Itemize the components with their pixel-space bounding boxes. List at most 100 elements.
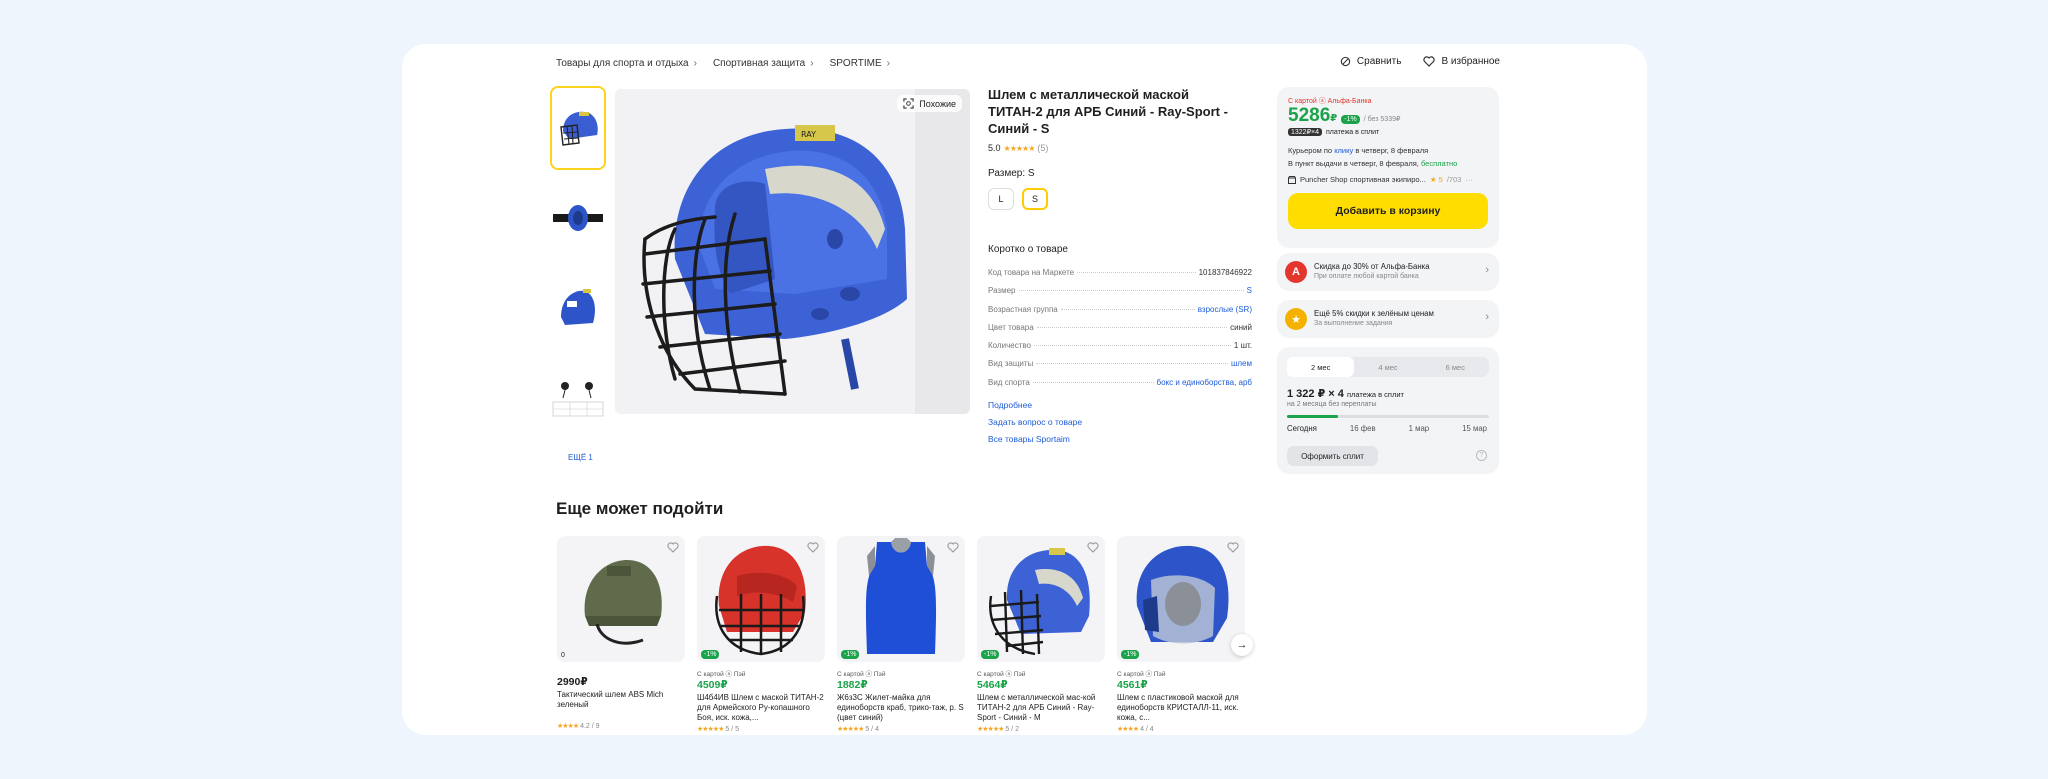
recommendation-image: -1%: [1117, 536, 1245, 662]
split-amount-value: 1 322 ₽ × 4: [1287, 388, 1344, 400]
split-period-tabs: 2 мес 4 мес 6 мес: [1287, 357, 1489, 377]
heart-icon: [1423, 56, 1436, 67]
recommendation-card[interactable]: -1% С картой ⓐ Пэй 4561₽ Шлем с пластико…: [1117, 536, 1245, 733]
spec-value[interactable]: бокс и единоборства, арб: [1157, 378, 1253, 387]
star-rating-icon: ★★★★★: [1003, 143, 1036, 153]
recommendation-name: Ш4б4ИВ Шлем с маской ТИТАН-2 для Армейск…: [697, 693, 824, 722]
blue-vest-image: [865, 538, 937, 654]
delivery-info: Курьером по клику в четверг, 8 февраля В…: [1288, 144, 1457, 170]
thumbnail-1[interactable]: [550, 86, 606, 170]
helmet-main-image: RAY: [615, 89, 970, 414]
recommendation-image: -1%: [977, 536, 1105, 662]
spec-row: Код товара на Маркете 101837846922: [988, 268, 1252, 286]
ask-question-link[interactable]: Задать вопрос о товаре: [988, 417, 1082, 434]
more-dots-icon[interactable]: ···: [1465, 175, 1473, 184]
split-subtitle: на 2 месяца без переплаты: [1287, 401, 1377, 408]
split-progress-bar: [1287, 415, 1489, 418]
favorite-heart-icon[interactable]: [667, 540, 679, 558]
red-helmet-image: [715, 545, 806, 656]
recommendation-card[interactable]: 0 2990₽ Тактический шлем ABS Mich зелены…: [557, 536, 685, 730]
favorite-button[interactable]: В избранное: [1423, 56, 1500, 67]
delivery-click-link[interactable]: клику: [1334, 146, 1353, 155]
recommendation-price: 5464₽: [977, 679, 1008, 691]
spec-key: Количество: [988, 341, 1031, 351]
plastic-mask-helmet-image: [1136, 545, 1229, 644]
delivery-courier-date: в четверг, 8 февраля: [1353, 146, 1429, 155]
recommendation-name: Ж6з3С Жилет-майка для единоборств краб, …: [837, 693, 964, 722]
specs-list: Код товара на Маркете 101837846922 Размер…: [988, 268, 1252, 396]
recommendation-image: -1%: [697, 536, 825, 662]
breadcrumb-item[interactable]: Спортивная защита ›: [713, 58, 814, 69]
recommendation-rating: ★★★★★ 5 / 2: [977, 725, 1105, 733]
spec-value[interactable]: взрослые (SR): [1198, 305, 1252, 314]
star-rating-icon: ★★★★★: [977, 726, 1004, 733]
checkout-split-button[interactable]: Оформить сплит: [1287, 446, 1378, 466]
recommendations-title: Еще может подойти: [556, 499, 724, 518]
similar-products-button[interactable]: Похожие: [897, 95, 962, 112]
top-actions: Сравнить В избранное: [1340, 56, 1500, 67]
promo-subtitle: При оплате любой картой банка: [1314, 273, 1419, 280]
spec-key: Возрастная группа: [988, 304, 1058, 314]
size-option-l[interactable]: L: [988, 188, 1014, 210]
promo-green-prices[interactable]: ★ Ещё 5% скидки к зелёным ценам За выпол…: [1277, 300, 1499, 338]
promo-title: Ещё 5% скидки к зелёным ценам: [1314, 309, 1434, 318]
tab-6-months[interactable]: 6 мес: [1422, 357, 1489, 377]
main-product-image[interactable]: RAY Похожие: [615, 89, 970, 414]
star-rating-icon: ★★★★: [1117, 726, 1139, 733]
seller-rating: ★ 5: [1429, 175, 1443, 184]
compare-button[interactable]: Сравнить: [1340, 56, 1401, 67]
recommendation-card[interactable]: -1% С картой ⓐ Пэй 1882₽ Ж6з3С Жилет-май…: [837, 536, 965, 733]
split-dates: Сегодня 16 фев 1 мар 15 мар: [1287, 424, 1487, 433]
chevron-right-icon: ›: [693, 58, 697, 69]
favorite-label: В избранное: [1441, 56, 1500, 67]
thumbnail-3[interactable]: [550, 266, 606, 350]
add-to-cart-button[interactable]: Добавить в корзину: [1288, 193, 1488, 229]
spec-key: Вид защиты: [988, 359, 1034, 369]
favorite-heart-icon[interactable]: [947, 540, 959, 558]
spec-value[interactable]: шлем: [1231, 359, 1252, 368]
helmet-back-thumbnail-image: [561, 289, 595, 325]
favorite-heart-icon[interactable]: [1227, 540, 1239, 558]
help-icon[interactable]: ?: [1476, 450, 1487, 461]
recommendation-price: 1882₽: [837, 679, 868, 691]
split-date: 16 фев: [1349, 424, 1376, 433]
size-option-s[interactable]: S: [1022, 188, 1048, 210]
favorite-heart-icon[interactable]: [807, 540, 819, 558]
recommendation-price: 2990₽: [557, 676, 588, 688]
split-date: 1 мар: [1408, 424, 1430, 433]
more-images-link[interactable]: ЕЩЁ 1: [568, 453, 593, 462]
recommendation-rating: ★★★★ 4.2 / 9: [557, 722, 685, 730]
breadcrumb-item[interactable]: Товары для спорта и отдыха ›: [556, 58, 697, 69]
favorite-heart-icon[interactable]: [1087, 540, 1099, 558]
tactical-helmet-image: [584, 560, 662, 645]
product-links: Подробнее Задать вопрос о товаре Все тов…: [988, 400, 1082, 451]
recommendation-card[interactable]: -1% С картой ⓐ Пэй 4509₽ Ш4б4ИВ Шлем с м…: [697, 536, 825, 733]
details-link[interactable]: Подробнее: [988, 400, 1082, 417]
delivery-pickup-text: В пункт выдачи в четверг, 8 февраля,: [1288, 159, 1421, 168]
product-rating[interactable]: 5.0 ★★★★★ (5): [988, 143, 1048, 153]
split-info[interactable]: 1322₽×4 платежа в сплит: [1288, 128, 1379, 136]
all-seller-products-link[interactable]: Все товары Sportaim: [988, 434, 1082, 451]
recommendation-card[interactable]: -1% С картой ⓐ Пэй 5464₽ Шлем с металлич…: [977, 536, 1105, 733]
recommendation-price: 4561₽: [1117, 679, 1148, 691]
recommendation-image: 0: [557, 536, 685, 662]
split-progress-fill: [1287, 415, 1338, 418]
seller-info[interactable]: Puncher Shop спортивная экипиро... ★ 5 /…: [1288, 175, 1473, 184]
recommendation-rating: ★★★★★ 5 / 4: [837, 725, 965, 733]
thumbnail-2[interactable]: [550, 176, 606, 260]
discount-badge: -1%: [1121, 650, 1140, 659]
breadcrumb-item[interactable]: SPORTIME ›: [830, 58, 890, 69]
tab-2-months[interactable]: 2 мес: [1287, 357, 1355, 377]
promo-alfa[interactable]: А Скидка до 30% от Альфа-Банка При оплат…: [1277, 253, 1499, 291]
seller-reviews: /703: [1446, 175, 1462, 184]
carousel-next-button[interactable]: →: [1231, 634, 1253, 656]
spec-value[interactable]: S: [1247, 286, 1252, 295]
thumbnail-4[interactable]: [550, 356, 606, 440]
recommendation-name: Шлем с пластиковой маской для единоборст…: [1117, 693, 1239, 722]
size-chart-thumbnail-image: [552, 382, 604, 417]
card-price-label: С картой ⓐ Пэй: [977, 671, 1026, 678]
discount-badge: -1%: [701, 650, 720, 659]
tab-4-months[interactable]: 4 мес: [1354, 357, 1421, 377]
product-page-card: Товары для спорта и отдыха › Спортивная з…: [402, 44, 1647, 735]
spec-row: Размер S: [988, 286, 1252, 304]
